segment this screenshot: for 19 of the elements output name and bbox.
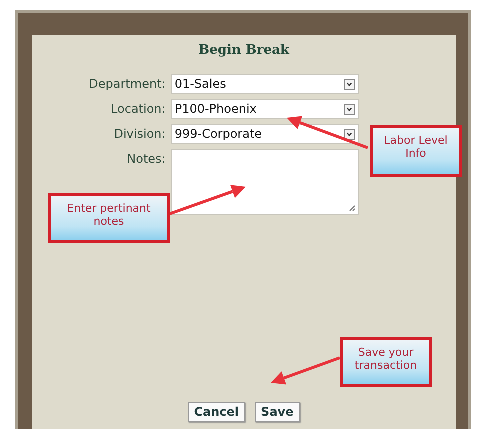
dropdown-field[interactable]: 999-Corporate [170,124,359,144]
dropdown-field[interactable]: 01-Sales [170,74,359,94]
dropdown-caret-icon[interactable] [344,128,355,140]
dialog-title: Begin Break [198,43,290,58]
field-label: Division: [113,126,166,143]
callout-note: Enter pertinant notes [48,193,170,243]
dropdown-field[interactable]: P100-Phoenix [170,99,359,119]
arrow [271,356,341,385]
field-label: Department: [89,76,166,93]
dropdown-caret-icon[interactable] [344,78,355,90]
field-label: Location: [110,101,166,118]
callout-note: Save your transaction [340,337,432,387]
field-label: Notes: [126,151,166,168]
resize-grip-icon[interactable] [348,205,356,212]
dropdown-caret-icon[interactable] [344,104,355,114]
save-button[interactable]: Save [255,402,300,422]
cancel-button[interactable]: Cancel [188,402,246,422]
callout-note: Labor Level Info [370,125,462,177]
notes-field[interactable] [170,149,359,215]
